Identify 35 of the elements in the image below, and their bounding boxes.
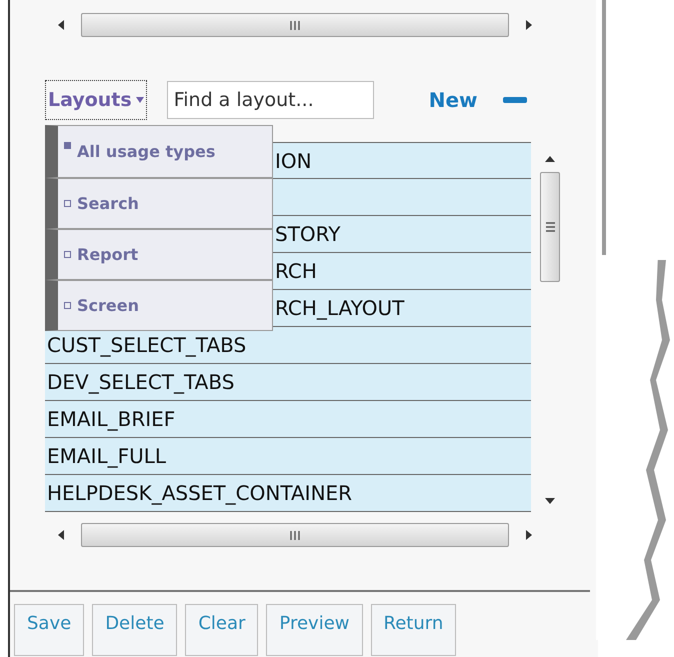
usage-type-item[interactable]: Search — [45, 178, 273, 229]
grip-icon — [290, 530, 300, 540]
layout-row[interactable]: CUST_SELECT_TABS — [45, 327, 531, 364]
scroll-down-icon[interactable] — [545, 498, 555, 504]
grip-icon — [290, 20, 300, 30]
filled-square-icon — [64, 142, 71, 149]
layout-row[interactable]: EMAIL_BRIEF — [45, 401, 531, 438]
action-button[interactable]: Return — [370, 604, 456, 656]
usage-type-item[interactable]: Report — [45, 229, 273, 280]
layout-row[interactable]: EMAIL_FULL — [45, 438, 531, 475]
scroll-left-icon[interactable] — [57, 530, 65, 540]
grip-icon — [546, 222, 554, 232]
dropdown-caret-icon — [136, 97, 144, 103]
empty-square-icon — [64, 302, 71, 309]
scroll-left-icon[interactable] — [57, 20, 65, 30]
layout-row[interactable]: DEV_SELECT_TABS — [45, 364, 531, 401]
action-button[interactable]: Save — [14, 604, 84, 656]
layout-row[interactable]: HELPDESK_ASSET_CONTAINER — [45, 475, 531, 512]
action-button[interactable]: Preview — [266, 604, 362, 656]
empty-square-icon — [64, 200, 71, 207]
scroll-thumb[interactable] — [81, 523, 509, 547]
scroll-thumb[interactable] — [540, 172, 560, 282]
layouts-dropdown[interactable]: Layouts — [45, 80, 147, 120]
empty-square-icon — [64, 251, 71, 258]
new-button[interactable]: New — [418, 84, 488, 116]
usage-type-item[interactable]: All usage types — [45, 125, 273, 178]
action-button[interactable]: Delete — [92, 604, 178, 656]
usage-type-item[interactable]: Screen — [45, 280, 273, 331]
action-button[interactable]: Clear — [185, 604, 258, 656]
scroll-right-icon[interactable] — [525, 530, 533, 540]
scroll-up-icon[interactable] — [545, 156, 555, 162]
search-field[interactable]: Find a layout... — [166, 81, 374, 119]
remove-icon[interactable] — [503, 97, 528, 103]
scroll-thumb[interactable] — [81, 13, 509, 37]
scroll-right-icon[interactable] — [525, 20, 533, 30]
